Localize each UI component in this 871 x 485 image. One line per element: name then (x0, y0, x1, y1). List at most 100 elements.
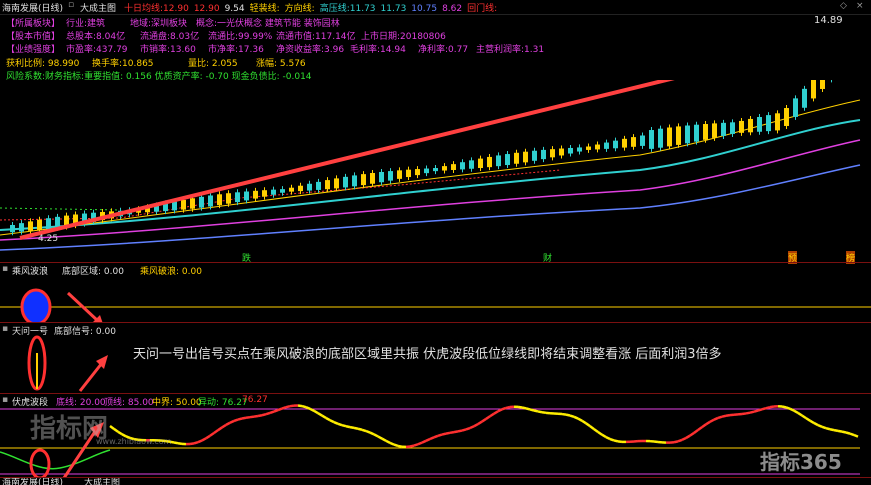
wave-segment (570, 416, 574, 417)
wave-segment (114, 429, 118, 432)
info-item: 总股本:8.04亿 (66, 29, 125, 42)
wave-segment (726, 415, 730, 416)
wave-segment (238, 419, 242, 420)
wave-segment (534, 410, 538, 411)
header-item: 11.73 (381, 4, 407, 14)
wave-segment (214, 430, 218, 433)
wave-segment (590, 426, 594, 429)
header-item: 轻装线: (250, 4, 280, 14)
wave-segment (438, 435, 442, 436)
wave-segment (202, 438, 206, 440)
wave-segment (518, 407, 522, 408)
wave-segment (674, 441, 678, 442)
settings-icon[interactable]: ▫ (68, 0, 74, 10)
wave-segment (806, 418, 810, 421)
wave-segment (178, 443, 182, 444)
wave-segment (210, 433, 214, 436)
wave-segment (582, 421, 586, 424)
wave-segment (702, 424, 706, 427)
wave-segment (574, 417, 578, 419)
wave-segment (414, 444, 418, 445)
header-item: 10.75 (411, 4, 437, 14)
header-item: 8.62 (442, 4, 462, 14)
info-item: 【所属板块】 (6, 16, 60, 29)
wave-segment (342, 425, 346, 426)
wave-segment (762, 408, 766, 409)
wave-segment (502, 408, 506, 409)
info-item: 换手率:10.865 (92, 56, 154, 69)
info-item: 毛利率:14.94 (350, 42, 406, 55)
wave-segment (262, 414, 266, 415)
wave-segment (798, 413, 802, 416)
wave-segment (306, 407, 310, 409)
wave-segment (286, 406, 290, 407)
wave-segment (598, 432, 602, 435)
wave-segment (782, 407, 786, 408)
info-item: 涨幅: 5.576 (256, 56, 306, 69)
wave-segment (718, 417, 722, 418)
wave-segment (766, 407, 770, 408)
wave-segment (390, 443, 394, 445)
wave-segment (818, 425, 822, 427)
wave-segment (542, 412, 546, 413)
wave-segment (394, 445, 398, 446)
header-item: 9.54 (225, 4, 245, 14)
header-item: 高压线:11.73 (320, 4, 376, 14)
wave-segment (538, 411, 542, 412)
wave-segment (194, 442, 198, 443)
wave-segment (246, 417, 250, 418)
info-item: 市盈率:437.79 (66, 42, 128, 55)
wave-segment (362, 430, 366, 431)
indicator-name[interactable]: 大成主图 (80, 1, 116, 14)
watermark-logo-right: 指标365 (760, 446, 842, 475)
diamond-icon[interactable]: ◇ (840, 1, 847, 11)
header-item: 12.90 (194, 4, 220, 14)
stock-title[interactable]: 海南发展(日线) (2, 1, 63, 14)
wave-segment (218, 427, 222, 430)
wave-segment (566, 415, 570, 416)
wave-segment (226, 423, 230, 425)
info-item: 净资收益率:3.96 (276, 42, 344, 55)
wave-segment (506, 407, 510, 408)
wave-segment (494, 411, 498, 413)
wave-segment (358, 429, 362, 430)
wave-segment (578, 419, 582, 421)
wave-segment (498, 409, 502, 411)
wave-segment (378, 436, 382, 438)
close-icon[interactable]: × (856, 1, 864, 11)
wave-segment (314, 411, 318, 413)
info-item: 行业:建筑 (66, 16, 105, 29)
wave-segment (802, 415, 806, 418)
wave-segment (606, 437, 610, 439)
info-item: 市销率:13.60 (140, 42, 196, 55)
header-item: 方向线: (285, 4, 315, 14)
wave-segment (810, 421, 814, 423)
wave-segment (710, 420, 714, 422)
wave-segment (366, 431, 370, 433)
wave-segment (682, 438, 686, 440)
wave-segment (446, 433, 450, 434)
wave-segment (270, 412, 274, 413)
wave-segment (454, 431, 458, 432)
info-item: 【股本市值】 (6, 29, 60, 42)
wave-segment (110, 426, 114, 429)
wave-segment (750, 412, 754, 413)
wave-segment (842, 432, 846, 433)
low-price-label: 4.25 (38, 234, 58, 244)
panel-tianwen-chart (0, 323, 871, 395)
info-item: 概念:一光伏概念 建筑节能 装饰园林 (196, 16, 340, 29)
wave-segment (586, 423, 590, 426)
wave-segment (350, 427, 354, 428)
wave-segment (418, 443, 422, 445)
wave-segment (410, 446, 414, 447)
wave-segment (450, 432, 454, 433)
wave-segment (426, 439, 430, 441)
info-item: 获利比例: 98.990 (6, 56, 79, 69)
wave-segment (758, 409, 762, 410)
wave-segment (298, 406, 302, 407)
wave-segment (266, 413, 270, 414)
wave-segment (470, 426, 474, 428)
main-chart[interactable] (0, 80, 871, 262)
wave-segment (486, 416, 490, 419)
info-item: 地域:深圳板块 (130, 16, 187, 29)
